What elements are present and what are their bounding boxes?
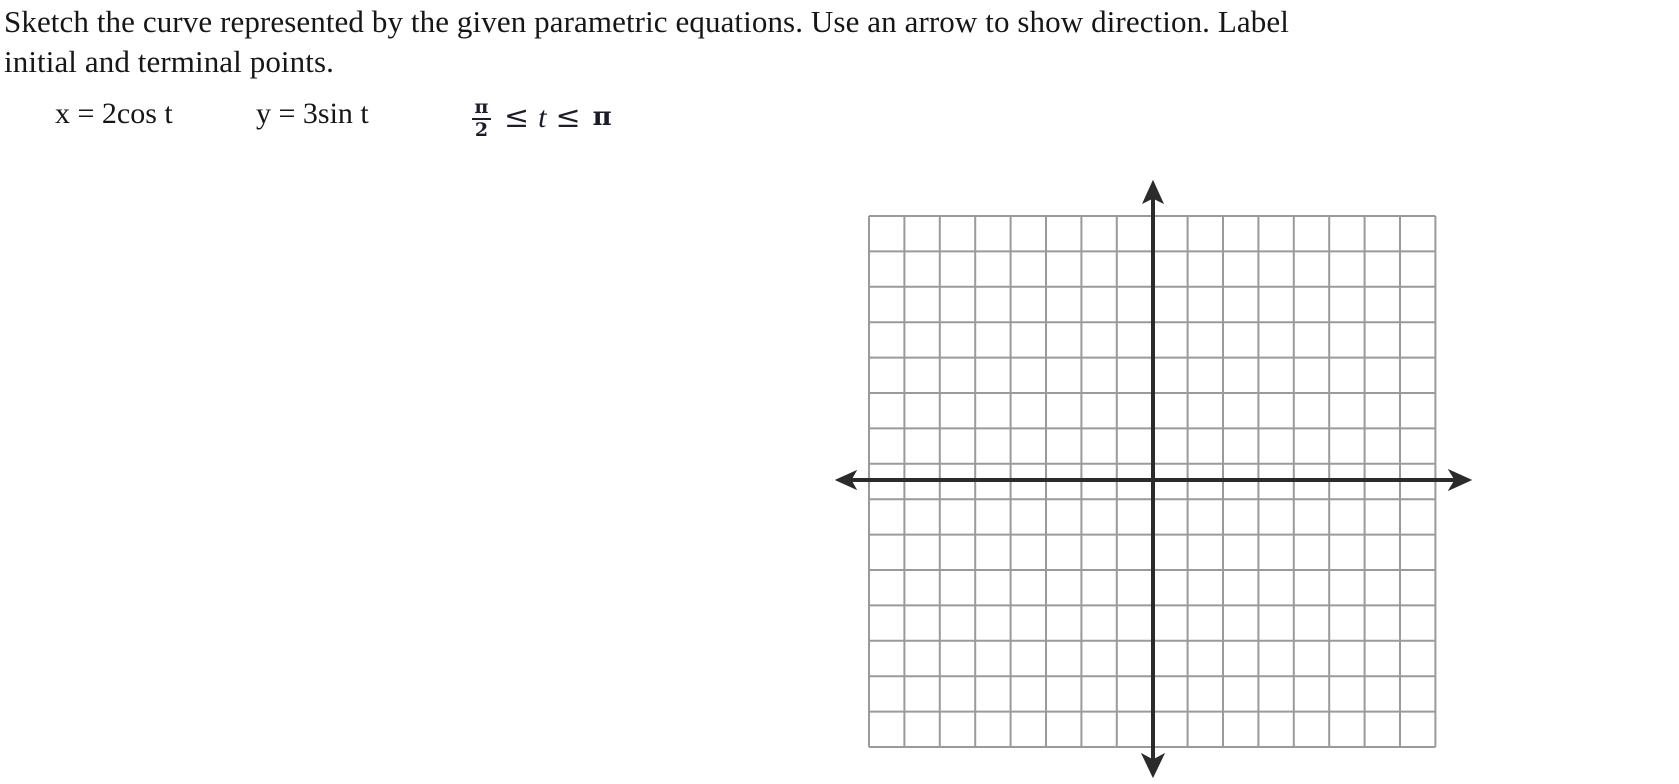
- fraction-numerator: π: [474, 96, 489, 118]
- parameter-domain: π 2 ≤ t ≤ π: [472, 92, 612, 144]
- less-than-or-equal-right: ≤: [555, 99, 581, 135]
- upper-bound-pi: π: [592, 102, 612, 132]
- problem-text-line-2: initial and terminal points.: [4, 44, 334, 79]
- less-than-or-equal-left: ≤: [504, 99, 530, 135]
- parameter-variable: t: [538, 101, 547, 134]
- parametric-equations-row: x = 2cos t y = 3sin t π 2 ≤ t ≤ π: [0, 92, 1670, 148]
- y-equation: y = 3sin t: [256, 96, 369, 132]
- coordinate-grid-graph: [820, 170, 1500, 784]
- y-equation-text: y = 3sin t: [256, 97, 369, 130]
- fraction-denominator: 2: [474, 119, 489, 141]
- x-equation: x = 2cos t: [55, 96, 173, 132]
- pi-over-two-fraction: π 2: [472, 98, 491, 140]
- problem-text-line-1: Sketch the curve represented by the give…: [4, 4, 1289, 39]
- graph-svg: [834, 179, 1473, 779]
- problem-statement: Sketch the curve represented by the give…: [4, 2, 1674, 82]
- axes-group: [834, 179, 1473, 779]
- x-equation-text: x = 2cos t: [55, 97, 173, 130]
